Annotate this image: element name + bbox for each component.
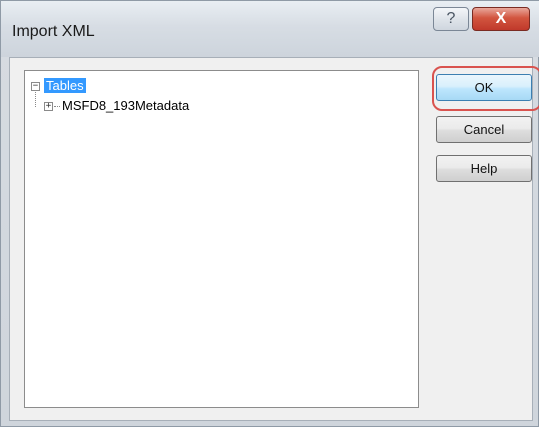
tree-node-tables[interactable]: Tables [44, 77, 86, 95]
dialog-title: Import XML [12, 23, 95, 40]
collapse-icon[interactable]: − [31, 82, 40, 91]
tree-connector-line [54, 106, 60, 107]
tree-node-label: Tables [44, 78, 86, 93]
tree-node-msfd8-193metadata[interactable]: MSFD8_193Metadata [62, 97, 189, 115]
expand-icon[interactable]: + [44, 102, 53, 111]
tree-node-label: MSFD8_193Metadata [62, 98, 190, 113]
cancel-button[interactable]: Cancel [436, 116, 532, 143]
tables-tree-view[interactable]: − Tables + MSFD8_193Metadata [24, 70, 419, 408]
dialog-client-area: − Tables + MSFD8_193Metadata OK Cancel H… [9, 57, 539, 421]
ok-button[interactable]: OK [436, 74, 532, 101]
close-icon[interactable]: X [472, 7, 530, 31]
help-button[interactable]: Help [436, 155, 532, 182]
title-bar[interactable]: Import XML ? X [1, 1, 539, 57]
help-icon[interactable]: ? [433, 7, 469, 31]
dialog-window: Import XML ? X − Tables + MSFD8_193Metad… [0, 0, 539, 427]
tree-connector-line [35, 92, 36, 107]
